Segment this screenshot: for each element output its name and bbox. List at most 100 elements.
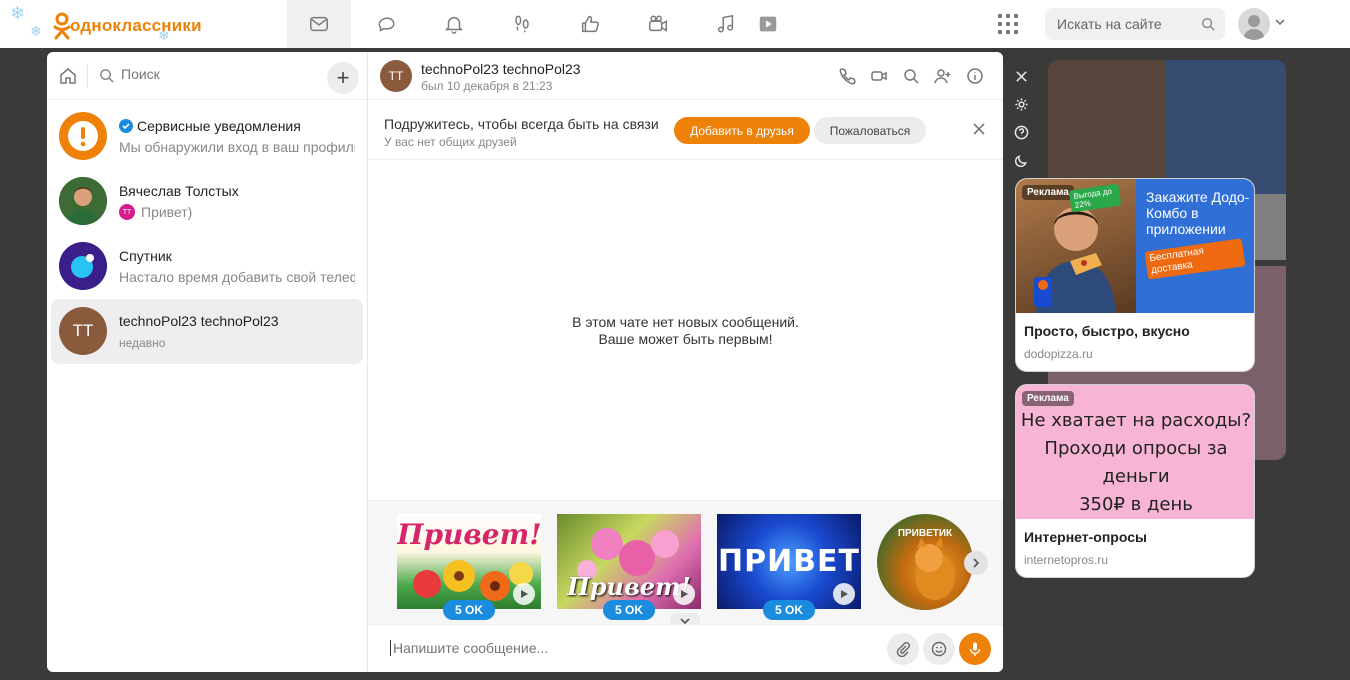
message-input[interactable] (390, 640, 870, 656)
microphone-icon (969, 642, 981, 656)
nav-guests[interactable] (490, 0, 554, 48)
logo-text: одноклассники (70, 16, 202, 35)
ad-title: Просто, быстро, вкусно (1024, 323, 1190, 339)
nav-notifications[interactable] (422, 0, 486, 48)
search-in-chat-button[interactable] (902, 67, 920, 85)
ad-domain[interactable]: dodopizza.ru (1024, 347, 1093, 361)
chat-item-technopol[interactable]: TT technoPol23 technoPol23 недавно (51, 299, 363, 364)
last-seen-status: был 10 декабря в 21:23 (421, 79, 553, 93)
top-bar: ❄ ❄ ❄ одноклассники Искать на сайте (0, 0, 1350, 48)
ad-line-3: 350₽ в день (1079, 494, 1193, 515)
home-icon[interactable] (59, 67, 77, 85)
chat-name: Спутник (119, 248, 172, 264)
nav-discussions[interactable] (355, 0, 419, 48)
nav-video[interactable] (736, 0, 800, 48)
call-button[interactable] (838, 67, 856, 85)
nav-events[interactable] (558, 0, 622, 48)
paperclip-icon (896, 642, 910, 657)
chat-item-service[interactable]: Сервисные уведомления Мы обнаружили вход… (51, 104, 363, 169)
ad-card-dodo[interactable]: Закажите Додо-Комбо в приложении Бесплат… (1015, 178, 1255, 372)
sticker-card[interactable]: Привет! (557, 514, 701, 609)
attach-button[interactable] (887, 633, 919, 665)
dark-mode-button[interactable] (1011, 150, 1031, 170)
avatar[interactable]: TT (380, 60, 412, 92)
new-chat-button[interactable]: + (327, 62, 359, 94)
chevron-down-icon[interactable] (1274, 16, 1286, 28)
chevron-right-icon (973, 558, 980, 568)
close-icon (1015, 70, 1027, 82)
site-search-input[interactable]: Искать на сайте (1045, 8, 1225, 40)
question-icon (1014, 125, 1028, 139)
music-note-icon (717, 14, 734, 33)
info-icon (967, 68, 983, 84)
chat-preview: Настало время добавить свой телефон (119, 269, 355, 285)
ad-card-opros[interactable]: Не хватает на расходы? Проходи опросы за… (1015, 384, 1255, 578)
play-icon[interactable] (513, 583, 535, 605)
report-button[interactable]: Пожаловаться (814, 117, 926, 144)
chat-item-sputnik[interactable]: Спутник Настало время добавить свой теле… (51, 234, 363, 299)
search-icon (904, 69, 919, 84)
divider (87, 64, 88, 88)
conversation-title[interactable]: technoPol23 technoPol23 (421, 61, 581, 77)
messenger-window: + Сервисные уведомления Мы обнаружили вх… (47, 52, 1003, 672)
video-camera-icon (649, 15, 667, 32)
verified-icon (119, 119, 133, 133)
chat-name: Вячеслав Толстых (119, 183, 239, 199)
ok-logo-icon (53, 12, 71, 40)
add-friend-button[interactable]: Добавить в друзья (674, 117, 810, 144)
friend-prompt-title: Подружитесь, чтобы всегда быть на связи (384, 116, 659, 132)
settings-button[interactable] (1011, 94, 1031, 114)
ad-domain[interactable]: internetopros.ru (1024, 553, 1108, 567)
sender-avatar: TT (119, 204, 135, 220)
chat-preview: недавно (119, 336, 166, 350)
help-button[interactable] (1011, 122, 1031, 142)
user-avatar[interactable] (1238, 8, 1270, 40)
site-logo[interactable]: ❄ ❄ ❄ одноклассники (8, 4, 278, 44)
footprints-icon (515, 15, 529, 33)
ad-headline: Закажите Додо-Комбо в приложении (1146, 189, 1250, 237)
nav-friends[interactable] (626, 0, 690, 48)
plus-icon: + (336, 65, 350, 90)
ad-label: Реклама (1022, 185, 1074, 200)
voice-message-button[interactable] (959, 633, 991, 665)
close-icon[interactable] (972, 122, 986, 136)
chat-list-header: + (47, 52, 367, 100)
chat-name: Сервисные уведомления (119, 118, 301, 134)
friend-prompt-subtitle: У вас нет общих друзей (384, 135, 517, 149)
ad-banner: Закажите Додо-Комбо в приложении Бесплат… (1136, 179, 1254, 313)
avatar: TT (59, 307, 107, 355)
gear-icon (1014, 97, 1028, 111)
conversation-header: TT technoPol23 technoPol23 был 10 декабр… (368, 52, 1003, 100)
exclamation-icon (68, 121, 98, 151)
emoji-button[interactable] (923, 633, 955, 665)
stickers-next-button[interactable] (964, 551, 988, 575)
nav-messages[interactable] (287, 0, 351, 48)
play-icon[interactable] (673, 583, 695, 605)
ad-cta: Бесплатная доставка (1144, 238, 1246, 280)
conversation-pane: TT technoPol23 technoPol23 был 10 декабр… (368, 52, 1003, 672)
play-icon[interactable] (833, 583, 855, 605)
add-participant-button[interactable] (934, 67, 952, 85)
close-messenger-button[interactable] (1011, 66, 1031, 86)
apps-grid-icon[interactable] (996, 12, 1020, 36)
moon-icon (1014, 154, 1027, 167)
chat-search-input[interactable] (121, 66, 301, 82)
search-icon (1202, 18, 1215, 31)
chat-info-button[interactable] (966, 67, 984, 85)
sticker-text: ПРИВЕТ (717, 544, 861, 579)
sticker-card[interactable]: ПРИВЕТ (717, 514, 861, 609)
chat-list-pane: + Сервисные уведомления Мы обнаружили вх… (47, 52, 368, 672)
ad-line-1: Не хватает на расходы? (1020, 410, 1252, 431)
sticker-price: 5 OK (443, 600, 495, 620)
sticker-card[interactable]: ПРИВЕТИК (877, 514, 973, 610)
sticker-card[interactable]: Привет! (397, 514, 541, 609)
empty-chat-message: В этом чате нет новых сообщений. Ваше мо… (368, 314, 1003, 348)
chat-preview-text: Привет) (141, 204, 193, 220)
chat-name-text: Сервисные уведомления (137, 118, 301, 134)
sputnik-logo-icon (59, 242, 107, 290)
video-call-button[interactable] (870, 67, 888, 85)
message-composer (368, 624, 1003, 672)
video-camera-icon (871, 71, 887, 81)
chat-item-vyacheslav[interactable]: Вячеслав Толстых TT Привет) (51, 169, 363, 234)
video-play-icon (759, 16, 777, 32)
